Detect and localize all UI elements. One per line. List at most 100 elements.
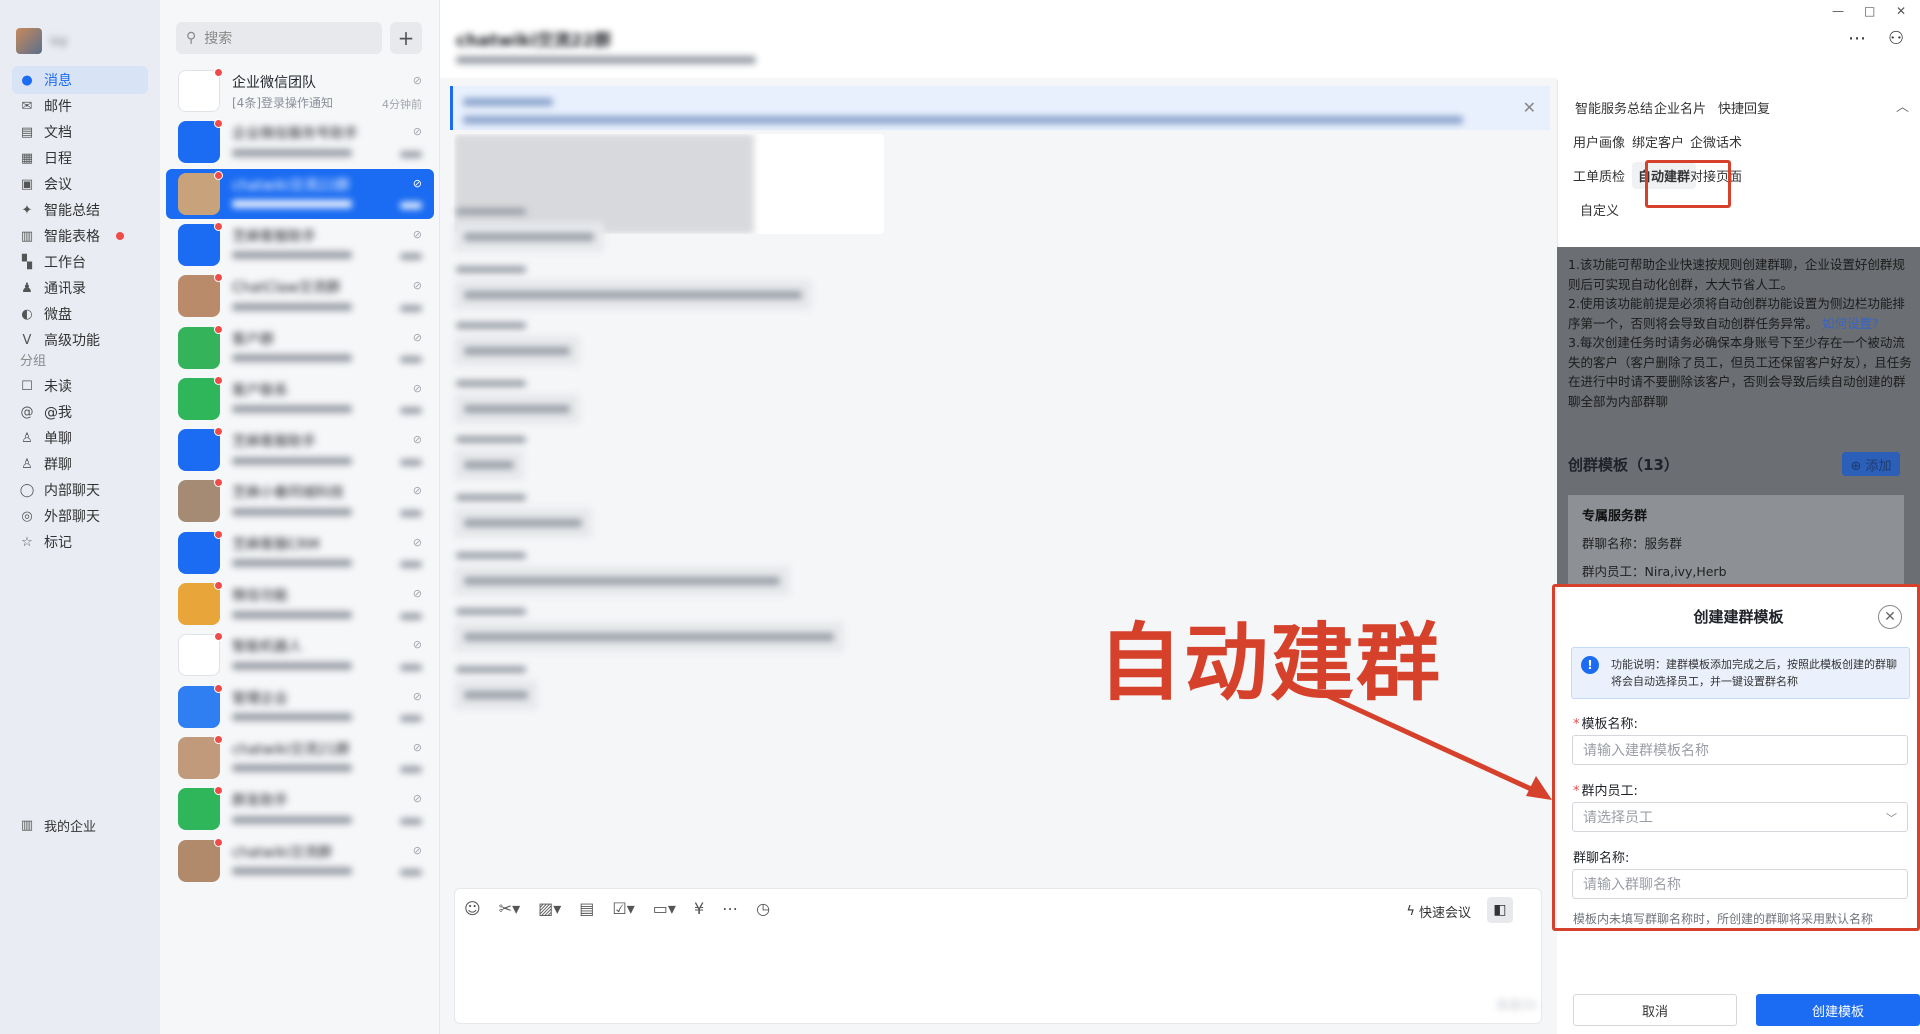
side-tab[interactable]: 工单质检	[1573, 166, 1625, 185]
avatar[interactable]	[178, 223, 220, 266]
nav-item-8[interactable]: ♟ 通讯录	[12, 274, 148, 302]
message-bubble[interactable]	[454, 566, 790, 596]
minimize-icon[interactable]: —	[1832, 4, 1844, 18]
message-bubble[interactable]	[454, 508, 592, 538]
message-bubble[interactable]	[454, 680, 538, 710]
side-tab[interactable]: 用户画像	[1573, 132, 1625, 151]
clock-icon[interactable]: ◷	[756, 899, 770, 918]
conversation-item[interactable]: chatwiki交流21群 ⊘	[166, 733, 434, 783]
avatar[interactable]	[178, 121, 220, 164]
avatar[interactable]	[178, 634, 220, 677]
avatar[interactable]	[178, 531, 220, 574]
more-icon[interactable]: ⋯	[722, 899, 738, 918]
more-options-icon[interactable]: ⋯	[1848, 28, 1866, 49]
avatar[interactable]	[16, 28, 42, 54]
avatar[interactable]	[178, 172, 220, 215]
conversation-item[interactable]: 芝麻客服助手 ⊘	[166, 220, 434, 270]
nav-item-9[interactable]: ◐ 微盘	[12, 300, 148, 328]
message-bubble[interactable]	[454, 622, 844, 652]
avatar[interactable]	[178, 275, 220, 318]
message-sender	[456, 432, 526, 447]
money-icon[interactable]: ¥	[694, 899, 704, 918]
search-input[interactable]: ⚲ 搜索	[176, 22, 382, 54]
nav-item-5[interactable]: ✦ 智能总结	[12, 196, 148, 224]
add-button[interactable]: +	[390, 22, 422, 54]
cancel-button[interactable]: 取消	[1573, 994, 1737, 1026]
nav-item-1[interactable]: ✉ 邮件	[12, 92, 148, 120]
conversation-item[interactable]: 管理企业 ⊘	[166, 682, 434, 732]
side-tab[interactable]: 企业名片	[1654, 98, 1706, 117]
add-template-button[interactable]: ⊕ 添加	[1842, 452, 1900, 476]
avatar[interactable]	[178, 583, 220, 625]
message-bubble[interactable]	[454, 394, 580, 424]
side-tab[interactable]: 自定义	[1580, 200, 1619, 219]
nav-item-7[interactable]: ▚ 工作台	[12, 248, 148, 276]
nav-item-0[interactable]: ● 消息	[12, 66, 148, 94]
emoji-icon[interactable]: ☺	[464, 899, 481, 918]
nav-group-0[interactable]: ☐ 未读	[12, 372, 148, 400]
conversation-item[interactable]: 芝麻客服CRM ⊘	[166, 528, 434, 578]
avatar[interactable]	[178, 326, 220, 369]
nav-group-3[interactable]: ♙ 群聊	[12, 450, 148, 478]
conversation-item[interactable]: 企业微信服务号助手 ⊘	[166, 117, 434, 167]
avatar[interactable]	[178, 429, 220, 472]
side-tab[interactable]: 智能服务总结	[1575, 98, 1653, 117]
avatar[interactable]	[178, 70, 220, 112]
highlight-box-dialog	[1552, 584, 1920, 931]
close-window-icon[interactable]: ✕	[1896, 4, 1906, 18]
conversation-item[interactable]: ChatClaw交流群 ⊘	[166, 271, 434, 321]
folder-icon[interactable]: ▭▾	[653, 899, 676, 918]
nav-group-6[interactable]: ☆ 标记	[12, 528, 148, 556]
avatar[interactable]	[178, 480, 220, 523]
conversation-item[interactable]: 微信功能 ⊘	[166, 579, 434, 629]
pinned-notice[interactable]: ✕	[450, 86, 1550, 130]
quick-meeting-button[interactable]: ϟ 快速会议	[1406, 902, 1471, 921]
nav-item-3[interactable]: ▦ 日程	[12, 144, 148, 172]
nav-item-my-company[interactable]: ▥ 我的企业	[12, 811, 148, 839]
image-message[interactable]	[454, 134, 884, 234]
collapse-icon[interactable]: ︿	[1896, 96, 1909, 115]
maximize-icon[interactable]: □	[1864, 4, 1875, 18]
conversation-item[interactable]: 芝麻小春同城科技 ⊘	[166, 476, 434, 526]
avatar[interactable]	[178, 788, 220, 831]
side-tab[interactable]: 快捷回复	[1718, 98, 1770, 117]
avatar[interactable]	[178, 839, 220, 882]
nav-group-4[interactable]: ◯ 内部聊天	[12, 476, 148, 504]
file-text-icon[interactable]: ▤	[579, 899, 594, 918]
nav-group-2[interactable]: ♙ 单聊	[12, 424, 148, 452]
checkbox-icon[interactable]: ☑▾	[612, 899, 634, 918]
side-panel-toggle-icon[interactable]: ◧	[1487, 897, 1513, 923]
nav-group-5[interactable]: ◎ 外部聊天	[12, 502, 148, 530]
conversation-item[interactable]: chatwiki交流22群 ⊘	[166, 168, 434, 219]
nav-item-4[interactable]: ▣ 会议	[12, 170, 148, 198]
message-bubble[interactable]	[454, 450, 524, 480]
side-tab[interactable]: 绑定客户	[1632, 132, 1684, 151]
nav-group-1[interactable]: @ @我	[12, 398, 148, 426]
image-icon[interactable]: ▨▾	[538, 899, 561, 918]
create-template-button[interactable]: 创建模板	[1756, 994, 1920, 1026]
conversation-item[interactable]: 客户群 ⊘	[166, 323, 434, 373]
scissors-icon[interactable]: ✂▾	[499, 899, 520, 918]
how-to-link[interactable]: 如何设置?	[1822, 316, 1879, 331]
add-member-icon[interactable]: ⚇	[1888, 28, 1904, 49]
message-bubble[interactable]	[454, 336, 580, 366]
avatar[interactable]	[178, 377, 220, 420]
template-group-name: 群聊名称：服务群	[1582, 536, 1683, 551]
message-image[interactable]	[454, 134, 754, 234]
side-tab[interactable]: 企微话术	[1690, 132, 1742, 151]
nav-item-2[interactable]: ▤ 文档	[12, 118, 148, 146]
close-icon[interactable]: ✕	[1523, 98, 1536, 117]
conversation-item[interactable]: chatwiki交流群 ⊘	[166, 836, 434, 886]
conversation-item[interactable]: 芝麻客服助手 ⊘	[166, 425, 434, 475]
current-user[interactable]: ivy	[16, 28, 68, 54]
conversation-item[interactable]: 智能机器人 ⊘	[166, 630, 434, 680]
nav-item-6[interactable]: ▥ 智能表格	[12, 222, 148, 250]
conversation-item[interactable]: 客户联系 ⊘	[166, 374, 434, 424]
avatar[interactable]	[178, 685, 220, 728]
send-button[interactable]: 发送(S)	[1496, 996, 1537, 1013]
message-bubble[interactable]	[454, 222, 604, 252]
conversation-item[interactable]: 企业微信团队 [4条]登录操作通知 4分钟前 ⊘	[166, 66, 434, 116]
message-bubble[interactable]	[454, 280, 812, 310]
avatar[interactable]	[178, 736, 220, 779]
conversation-item[interactable]: 群发助手 ⊘	[166, 784, 434, 834]
